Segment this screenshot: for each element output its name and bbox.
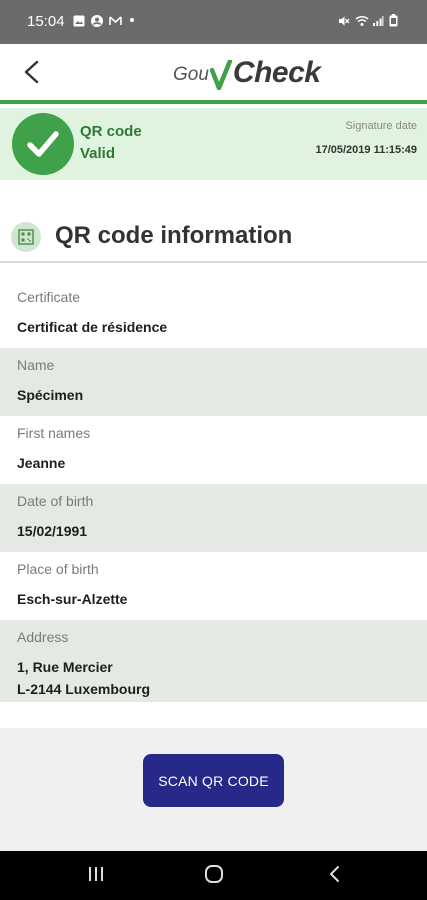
signature-date-value: 17/05/2019 11:15:49	[315, 144, 417, 156]
field-name: Name Spécimen	[0, 348, 427, 416]
dot-icon	[130, 18, 134, 22]
field-date-of-birth: Date of birth 15/02/1991	[0, 484, 427, 552]
field-value: Esch-sur-Alzette	[17, 591, 128, 607]
field-label: First names	[17, 425, 91, 441]
home-button[interactable]	[194, 861, 234, 891]
qr-code-icon	[11, 222, 41, 252]
system-nav-bar	[0, 851, 427, 900]
field-certificate: Certificate Certificat de résidence	[0, 280, 427, 348]
signature-date-label: Signature date	[345, 120, 417, 132]
field-value: Jeanne	[17, 455, 66, 471]
valid-check-icon	[12, 113, 74, 175]
status-time: 15:04	[27, 13, 65, 30]
field-place-of-birth: Place of birth Esch-sur-Alzette	[0, 552, 427, 620]
field-label: Certificate	[17, 289, 81, 305]
status-left-icons	[73, 14, 134, 27]
field-label: Name	[17, 357, 55, 373]
field-value: Spécimen	[17, 387, 84, 403]
image-icon	[73, 14, 85, 27]
app-logo: Gou Check	[173, 56, 321, 91]
status-line-2: Valid	[80, 145, 116, 162]
field-label: Date of birth	[17, 493, 94, 509]
recents-icon	[87, 866, 105, 887]
field-value: 15/02/1991	[17, 523, 88, 539]
field-label: Place of birth	[17, 561, 99, 577]
back-button[interactable]	[14, 56, 50, 92]
action-area: SCAN QR CODE	[0, 728, 427, 851]
wifi-icon	[355, 14, 369, 26]
home-icon	[204, 864, 224, 889]
logo-check-mark-icon	[209, 58, 233, 91]
field-address: Address 1, Rue Mercier L-2144 Luxembourg	[0, 620, 427, 702]
field-value: Certificat de résidence	[17, 319, 168, 335]
field-label: Address	[17, 629, 69, 645]
signal-icon	[372, 14, 384, 26]
field-first-names: First names Jeanne	[0, 416, 427, 484]
status-line-1: QR code	[80, 123, 142, 140]
section-header: QR code information	[0, 215, 427, 263]
back-icon	[328, 865, 340, 888]
nav-back-button[interactable]	[314, 861, 354, 891]
field-value: 1, Rue Mercier L-2144 Luxembourg	[17, 659, 151, 697]
app-header: Gou Check	[0, 44, 427, 104]
validation-status: QR code Valid	[80, 121, 142, 165]
section-title: QR code information	[55, 222, 293, 249]
recents-button[interactable]	[76, 861, 116, 891]
status-right-icons	[338, 14, 401, 27]
mute-icon	[338, 14, 350, 26]
scan-qr-code-button[interactable]: SCAN QR CODE	[143, 754, 284, 807]
status-bar: 15:04	[0, 0, 427, 44]
mail-icon	[109, 14, 122, 26]
logo-prefix: Gou	[173, 64, 209, 85]
info-fields: Certificate Certificat de résidence Name…	[0, 280, 427, 702]
chevron-left-icon	[22, 60, 42, 89]
account-icon	[91, 14, 103, 27]
battery-icon	[389, 14, 401, 27]
logo-main: Check	[232, 56, 321, 89]
validation-banner: QR code Valid Signature date 17/05/2019 …	[0, 108, 427, 180]
